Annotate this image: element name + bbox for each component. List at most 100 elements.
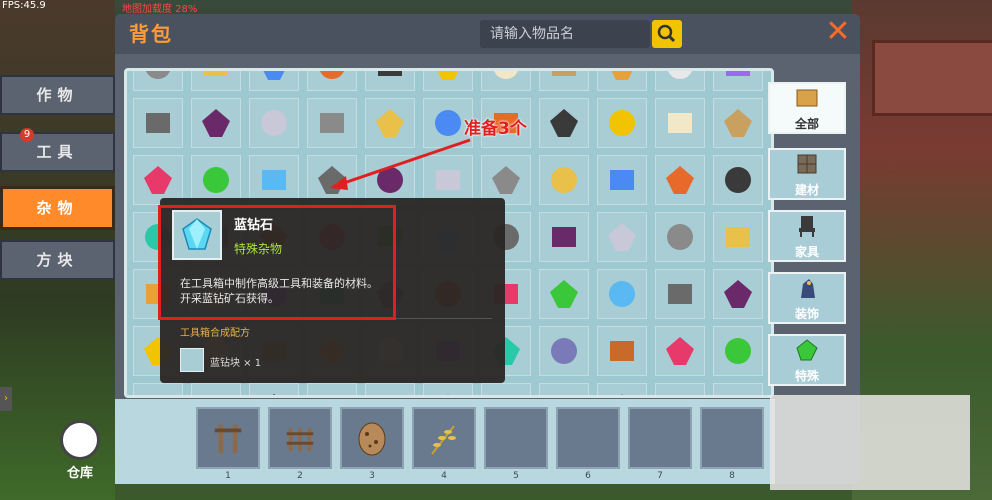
item-slot[interactable] [713,71,763,91]
item-slot[interactable] [655,155,705,205]
item-icon [610,170,634,190]
item-slot[interactable] [481,71,531,91]
item-slot[interactable] [365,71,415,91]
item-slot[interactable] [249,98,299,148]
hotbar-slot-7[interactable] [628,407,692,469]
item-slot[interactable] [249,383,299,395]
filter-furniture-label: 家具 [794,245,819,259]
search-input[interactable]: 请输入物品名 [480,20,650,48]
search-button[interactable] [652,20,682,48]
item-slot[interactable] [133,98,183,148]
hotbar-slot-3[interactable] [340,407,404,469]
item-slot[interactable] [539,326,589,376]
item-icon [320,71,344,79]
tab-misc[interactable]: 杂物 [0,186,115,230]
item-icon [203,167,229,193]
item-slot[interactable] [597,383,647,395]
item-slot[interactable] [249,71,299,91]
item-slot[interactable] [655,326,705,376]
search-icon [657,24,676,43]
item-icon [725,338,751,364]
item-icon [609,281,635,307]
item-slot[interactable] [713,212,763,262]
fps-counter: FPS:45.9 [2,0,46,11]
item-slot[interactable] [597,98,647,148]
item-icon [546,390,582,398]
item-slot[interactable] [539,212,589,262]
item-slot[interactable] [597,269,647,319]
tab-blocks[interactable]: 方块 [0,240,115,280]
item-slot[interactable] [597,326,647,376]
item-slot[interactable] [539,98,589,148]
item-slot[interactable] [713,383,763,395]
hotbar-slot-2[interactable] [268,407,332,469]
item-slot[interactable] [133,71,183,91]
tab-crops[interactable]: 作物 [0,75,115,115]
spotted-egg-icon [358,422,386,456]
map-load-status: 地图加载度 28% [122,4,198,15]
item-slot[interactable] [539,383,589,398]
item-icon [198,390,234,398]
item-icon [666,166,694,194]
item-slot[interactable] [191,383,241,398]
background-shelf [872,40,992,116]
item-slot[interactable] [713,155,763,205]
item-slot[interactable] [191,71,241,91]
item-slot[interactable] [713,326,763,376]
item-slot[interactable] [307,71,357,91]
item-slot[interactable] [481,383,531,395]
item-slot[interactable] [597,212,647,262]
item-icon [437,71,459,80]
warehouse-button[interactable]: 仓库 [55,420,105,481]
item-icon [551,167,577,193]
item-slot[interactable] [655,212,705,262]
item-icon [724,109,752,137]
item-icon [146,113,170,133]
hotbar-slot-6-number: 6 [585,471,591,481]
item-slot[interactable] [423,383,473,395]
item-slot[interactable] [133,383,183,395]
item-icon [662,390,698,398]
item-slot[interactable] [191,98,241,148]
item-slot[interactable] [539,155,589,205]
filter-building[interactable]: 建材 [768,148,846,200]
panel-header: 背包 请输入物品名 [115,14,860,54]
window-icon [797,154,817,174]
item-slot[interactable] [365,383,415,398]
hotbar-slot-1[interactable] [196,407,260,469]
filter-decoration[interactable]: 装饰 [768,272,846,324]
item-slot[interactable] [655,383,705,398]
item-slot[interactable] [655,269,705,319]
item-slot[interactable] [307,383,357,395]
item-slot[interactable] [655,71,705,91]
annotation-text: 准备3个 [464,119,527,139]
item-slot[interactable] [539,269,589,319]
item-slot[interactable] [597,155,647,205]
item-icon [725,167,751,193]
item-slot[interactable] [597,71,647,91]
hotbar-slot-4[interactable] [412,407,476,469]
item-icon [372,390,408,398]
hotbar-slot-6[interactable] [556,407,620,469]
filter-all[interactable]: 全部 [768,82,846,134]
filter-furniture[interactable]: 家具 [768,210,846,262]
item-icon [378,71,402,76]
hotbar-slot-5[interactable] [484,407,548,469]
wooden-fence-icon [286,428,314,452]
tab-tools[interactable]: 工具 [0,132,115,172]
hotbar-slot-8[interactable] [700,407,764,469]
hotbar-slot-5-number: 5 [513,471,519,481]
item-icon [552,71,576,76]
hotbar: 1 2 3 4 5 6 7 8 [115,399,775,484]
item-slot[interactable] [423,71,473,91]
expand-arrow-icon[interactable]: › [0,387,12,411]
item-icon [610,341,634,361]
hotbar-slot-4-number: 4 [441,471,447,481]
item-slot[interactable] [539,71,589,91]
close-icon[interactable]: ✕ [820,14,856,50]
blurred-corner [770,395,970,490]
item-slot[interactable] [655,98,705,148]
filter-special[interactable]: 特殊 [768,334,846,386]
item-slot[interactable] [713,269,763,319]
item-slot[interactable] [713,98,763,148]
